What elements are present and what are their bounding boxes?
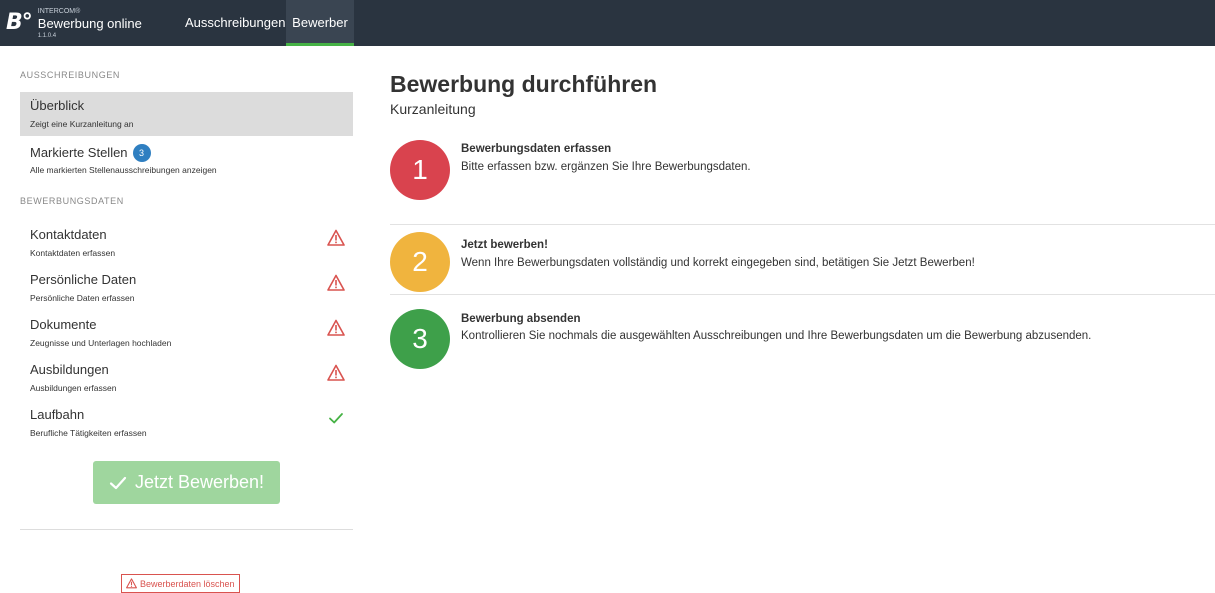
delete-button-label: Bewerberdaten löschen xyxy=(140,578,235,589)
warning-icon xyxy=(327,319,345,336)
section-header-ausschreibungen: AUSSCHREIBUNGEN xyxy=(20,70,121,80)
step-number-circle: 1 xyxy=(390,140,450,200)
top-navbar: B° INTERCOM® Bewerbung online 1.1.0.4 Au… xyxy=(0,0,1215,46)
sidebar-item-title: Dokumente xyxy=(30,317,97,332)
page-title: Bewerbung durchführen xyxy=(390,71,658,97)
sidebar-item-ausbildungen[interactable]: Ausbildungen Ausbildungen erfassen xyxy=(20,356,353,400)
warning-icon xyxy=(327,274,345,291)
nav-bewerber-label: Bewerber xyxy=(292,15,348,30)
sidebar-item-subtitle: Kontaktdaten erfassen xyxy=(30,248,116,258)
step-text: Kontrollieren Sie nochmals die ausgewähl… xyxy=(461,330,1092,342)
sidebar-item-title: Laufbahn xyxy=(30,407,85,422)
sidebar-item-laufbahn[interactable]: Laufbahn Berufliche Tätigkeiten erfassen xyxy=(20,401,353,445)
sidebar-item-dokumente[interactable]: Dokumente Zeugnisse und Unterlagen hochl… xyxy=(20,311,353,355)
sidebar-divider xyxy=(20,529,353,530)
step-text: Bitte erfassen bzw. ergänzen Sie Ihre Be… xyxy=(461,161,751,173)
sidebar-item-title: Überblick xyxy=(30,98,85,113)
warning-icon xyxy=(327,229,345,246)
step-number-circle: 2 xyxy=(390,232,450,292)
nav-ausschreibungen[interactable]: Ausschreibungen xyxy=(185,0,285,46)
page-subtitle: Kurzanleitung xyxy=(390,101,476,117)
sidebar-item-subtitle: Persönliche Daten erfassen xyxy=(30,293,135,303)
check-icon xyxy=(109,476,127,489)
sidebar-item-ueberblick[interactable]: Überblick Zeigt eine Kurzanleitung an xyxy=(20,92,353,136)
count-badge: 3 xyxy=(132,144,151,162)
sidebar-item-title-text: Markierte Stellen xyxy=(30,145,128,160)
sidebar-item-subtitle: Ausbildungen erfassen xyxy=(30,383,117,393)
apply-button[interactable]: Jetzt Bewerben! xyxy=(93,461,280,504)
sidebar-item-title: Markierte Stellen 3 xyxy=(30,144,151,162)
brand-small: INTERCOM® xyxy=(37,8,81,15)
step-heading: Jetzt bewerben! xyxy=(461,239,548,251)
sidebar-item-persoenliche-daten[interactable]: Persönliche Daten Persönliche Daten erfa… xyxy=(20,266,353,310)
apply-button-label: Jetzt Bewerben! xyxy=(134,472,265,492)
sidebar-item-subtitle: Zeugnisse und Unterlagen hochladen xyxy=(30,338,172,348)
app-version: 1.1.0.4 xyxy=(37,33,57,39)
step-item: 1 Bewerbungsdaten erfassen Bitte erfasse… xyxy=(390,138,1215,220)
sidebar-item-title: Persönliche Daten xyxy=(30,272,137,287)
section-header-bewerbungsdaten: BEWERBUNGSDATEN xyxy=(20,196,124,206)
sidebar-item-subtitle: Zeigt eine Kurzanleitung an xyxy=(30,119,134,129)
warning-icon xyxy=(126,578,137,589)
brand-text: INTERCOM® Bewerbung online 1.1.0.4 xyxy=(36,8,156,40)
sidebar-item-subtitle: Alle markierten Stellenausschreibungen a… xyxy=(30,165,217,175)
brand-title: Bewerbung online xyxy=(37,16,142,31)
sidebar-item-title: Kontaktdaten xyxy=(30,227,107,242)
brand-logo[interactable]: B° INTERCOM® Bewerbung online 1.1.0.4 xyxy=(6,8,156,40)
nav-bewerber[interactable]: Bewerber xyxy=(286,0,354,46)
check-icon xyxy=(329,413,343,424)
active-tab-indicator xyxy=(286,43,354,46)
step-text: Wenn Ihre Bewerbungsdaten vollständig un… xyxy=(461,257,975,269)
sidebar-item-markierte-stellen[interactable]: Markierte Stellen 3 Alle markierten Stell… xyxy=(20,138,353,182)
sidebar-item-kontaktdaten[interactable]: Kontaktdaten Kontaktdaten erfassen xyxy=(20,221,353,265)
step-heading: Bewerbungsdaten erfassen xyxy=(461,143,612,155)
sidebar-item-title: Ausbildungen xyxy=(30,362,109,377)
step-heading: Bewerbung absenden xyxy=(461,313,581,325)
step-number-circle: 3 xyxy=(390,309,450,369)
delete-applicant-data-button[interactable]: Bewerberdaten löschen xyxy=(121,574,240,593)
sidebar-item-subtitle: Berufliche Tätigkeiten erfassen xyxy=(30,428,147,438)
logo-mark: B° xyxy=(6,10,33,35)
warning-icon xyxy=(327,364,345,381)
step-item: 3 Bewerbung absenden Kontrollieren Sie n… xyxy=(390,294,1215,376)
